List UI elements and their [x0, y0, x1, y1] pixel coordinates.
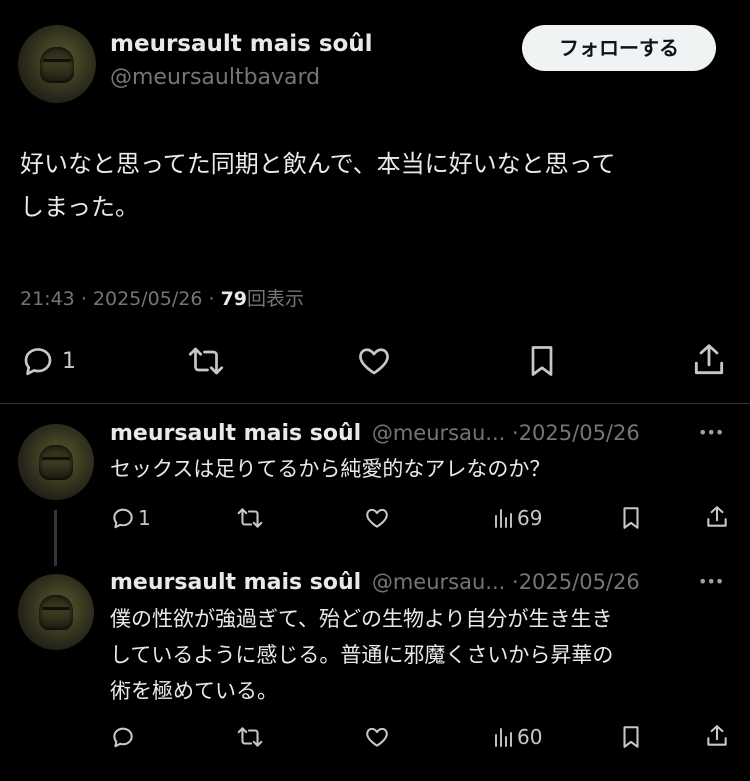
reply-handle[interactable]: @meursau...: [372, 421, 505, 445]
share-button[interactable]: [690, 340, 728, 380]
helmet-visor: [39, 445, 73, 481]
bookmark-button[interactable]: [618, 504, 644, 532]
meta-separator: ·: [80, 288, 87, 310]
tweet-text-line: 好いなと思ってた同期と飲んで、本当に好いなと思って: [20, 150, 616, 178]
reply-button[interactable]: 1: [110, 504, 151, 532]
views-button[interactable]: 69: [492, 504, 542, 532]
reply-icon: [24, 348, 52, 376]
views-button[interactable]: 60: [492, 723, 542, 751]
helmet-visor: [39, 595, 73, 631]
bookmark-button[interactable]: [618, 723, 644, 751]
share-icon: [707, 506, 727, 527]
reply-text-line: 術を極めている。: [110, 679, 278, 703]
reply-button[interactable]: 1: [20, 342, 76, 380]
divider: [0, 403, 750, 404]
helmet-slit: [42, 457, 70, 461]
reply-icon: [113, 508, 133, 529]
bookmark-icon: [531, 346, 553, 376]
avatar[interactable]: [18, 424, 94, 500]
follow-button[interactable]: フォローする: [522, 25, 716, 71]
helmet-slit: [42, 607, 70, 611]
bookmark-icon: [623, 726, 639, 748]
reply-count: 1: [138, 506, 151, 530]
like-icon: [366, 727, 388, 747]
more-options-icon[interactable]: •••: [698, 423, 724, 442]
retweet-button[interactable]: [236, 504, 264, 532]
views-count: 79: [220, 288, 248, 310]
retweet-icon: [237, 727, 263, 747]
share-icon: [707, 725, 727, 746]
share-icon: [694, 344, 724, 375]
reply-date[interactable]: 2025/05/26: [519, 570, 640, 594]
author-display-name[interactable]: meursault mais soûl: [110, 31, 373, 57]
avatar[interactable]: [18, 25, 96, 103]
reply-header: meursault mais soûl @meursau... ·2025/05…: [110, 421, 640, 446]
bookmark-icon: [623, 507, 639, 529]
reply-display-name[interactable]: meursault mais soûl: [110, 570, 361, 595]
views-label: 回表示: [247, 288, 305, 310]
tweet-date[interactable]: 2025/05/26: [93, 288, 203, 310]
tweet-meta: 21:43 · 2025/05/26 · 79回表示: [20, 284, 304, 311]
meta-separator: ·: [208, 288, 215, 310]
helmet-visor: [39, 46, 75, 83]
views-count: 69: [517, 506, 543, 530]
tweet-text-line: しまった。: [20, 193, 140, 221]
share-button[interactable]: [704, 503, 730, 531]
author-handle[interactable]: @meursaultbavard: [110, 65, 320, 90]
avatar[interactable]: [18, 574, 94, 650]
tweet-text: 好いなと思ってた同期と飲んで、本当に好いなと思って しまった。: [20, 143, 730, 229]
reply-text-line: 僕の性欲が強過ぎて、殆どの生物より自分が生き生き: [110, 607, 613, 631]
helmet-slit: [42, 59, 72, 63]
views-count: 60: [517, 725, 543, 749]
meta-separator: ·: [512, 421, 519, 445]
retweet-icon: [188, 347, 224, 375]
reply-text: セックスは足りてるから純愛的なアレなのか？: [110, 451, 710, 487]
reply-date[interactable]: 2025/05/26: [519, 421, 640, 445]
share-button[interactable]: [704, 722, 730, 750]
bookmark-button[interactable]: [524, 342, 560, 380]
reply-display-name[interactable]: meursault mais soûl: [110, 421, 361, 446]
reply-text-line: しているように感じる。普通に邪魔くさいから昇華の: [110, 643, 614, 667]
meta-separator: ·: [512, 570, 519, 594]
reply-button[interactable]: [110, 723, 136, 751]
like-button[interactable]: [364, 504, 390, 532]
like-button[interactable]: [364, 723, 390, 751]
retweet-icon: [237, 508, 263, 528]
reply-icon: [113, 727, 133, 748]
reply-handle[interactable]: @meursau...: [372, 570, 505, 594]
more-options-icon[interactable]: •••: [698, 572, 724, 591]
reply-text-line: セックスは足りてるから純愛的なアレなのか？: [110, 457, 551, 481]
like-icon: [366, 508, 388, 528]
tweet-time[interactable]: 21:43: [20, 288, 75, 310]
retweet-button[interactable]: [186, 342, 226, 380]
reply-text: 僕の性欲が強過ぎて、殆どの生物より自分が生き生き しているように感じる。普通に邪…: [110, 601, 710, 709]
like-button[interactable]: [355, 342, 393, 380]
retweet-button[interactable]: [236, 723, 264, 751]
reply-header: meursault mais soûl @meursau... ·2025/05…: [110, 570, 640, 595]
views-icon: [495, 509, 512, 528]
reply-count: 1: [62, 348, 76, 374]
views-icon: [495, 728, 512, 747]
thread-line: [54, 510, 57, 566]
like-icon: [359, 348, 389, 375]
